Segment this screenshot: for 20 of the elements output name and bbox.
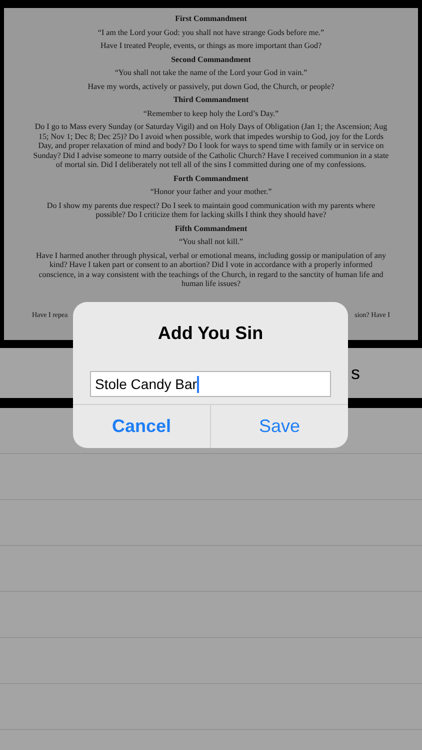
examination-questions: Have I harmed another through physical, verbal or emotional means, including gossip or manipulation of any kind? Have I taken part or consent to an abortion? Did I vote in accordance with a properly informed conscience, in a way consistent with the teachings of the Church, in regard to the sanctity of human life and human life issues? — [35, 250, 387, 288]
cancel-button[interactable]: Cancel — [73, 405, 210, 448]
section-heading: First Commandment — [175, 14, 247, 24]
commandment-quote: “You shall not take the name of the Lord your God in vain.” — [114, 68, 308, 78]
examination-questions: Have I treated People, events, or things as more important than God? — [100, 41, 322, 50]
section-heading: Forth Commandment — [174, 174, 248, 183]
section-heading: Third Commandment — [173, 95, 249, 104]
section-heading: Fifth Commandment — [174, 224, 248, 233]
commandment-quote: “You shall not kill.” — [178, 237, 244, 246]
save-button[interactable]: Save — [210, 405, 348, 448]
examination-questions: Have my words, actively or passively, put down God, the Church, or people? — [88, 82, 334, 91]
examination-questions: Do I show my parents due respect? Do I seek to maintain good communication with my parents where possible? Do I criticize them for lacking skills I think they should have? — [46, 200, 376, 220]
commandment-quote: “Remember to keep holy the Lord’s Day.” — [143, 108, 279, 118]
commandment-quote: “I am the Lord your God: you shall not have strange Gods before me.” — [98, 28, 324, 37]
section-heading: Second Commandment — [171, 54, 251, 64]
dialog-title: Add You Sin — [158, 322, 264, 345]
input-field[interactable]: Stole Candy Bar — [90, 371, 331, 397]
list-header-text: s — [351, 362, 360, 384]
commandment-quote: “Honor your father and your mother.” — [150, 187, 272, 196]
examination-questions: Do I go to Mass every Sunday (or Saturday Vigil) and on Holy Days of Obligation (Jan 1; the Ascension; Aug 15; Nov 1; Dec 8; Dec 25)? Do I avoid when possible, work that impedes worship to God, joy for the Lords Day, and proper relaxation of mind and body? Do I look for ways to spend time with family or in service on Sunday? Did I advise someone to marry outside of the Catholic Church? Have I received communion in a state of mortal sin. Did I deliberately not tell all of the sins I committed during one of my confessions. — [32, 122, 390, 170]
